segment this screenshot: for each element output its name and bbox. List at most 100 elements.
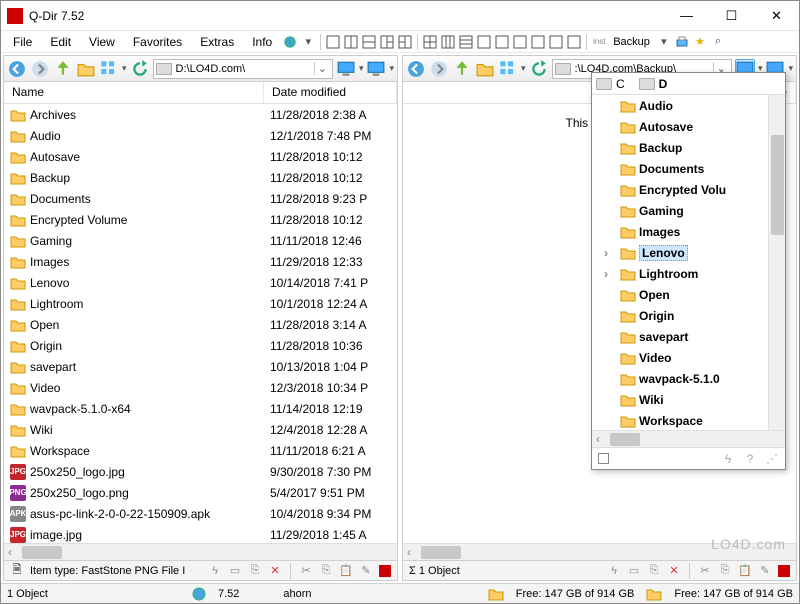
col-name[interactable]: Name <box>4 82 264 103</box>
mon2-drop-icon[interactable]: ▾ <box>788 63 793 74</box>
edit-icon[interactable]: ✎ <box>359 564 373 578</box>
expand-icon[interactable]: › <box>600 246 612 260</box>
scroll-thumb[interactable] <box>610 433 640 446</box>
edit-icon[interactable]: ✎ <box>758 564 772 578</box>
copy-icon[interactable]: ⎘ <box>248 564 262 578</box>
forward-button[interactable] <box>429 59 449 79</box>
file-row[interactable]: Archives11/28/2018 2:38 A <box>4 104 397 125</box>
menu-info[interactable]: Info <box>244 33 280 51</box>
tree-hscroll[interactable]: ‹ <box>592 430 785 447</box>
back-button[interactable] <box>7 59 27 79</box>
up-button[interactable] <box>53 59 73 79</box>
file-row[interactable]: Lenovo10/14/2018 7:41 P <box>4 272 397 293</box>
drive-d-icon[interactable] <box>639 78 655 90</box>
file-row[interactable]: JPG250x250_logo.jpg9/30/2018 7:30 PM <box>4 461 397 482</box>
mon2-drop-icon[interactable]: ▾ <box>389 63 394 74</box>
monitor2-button[interactable] <box>366 59 386 79</box>
file-row[interactable]: PNG250x250_logo.png5/4/2017 9:51 PM <box>4 482 397 503</box>
file-row[interactable]: Backup11/28/2018 10:12 <box>4 167 397 188</box>
expand-icon[interactable]: › <box>600 267 612 281</box>
cut-icon[interactable]: ✂ <box>698 564 712 578</box>
minimize-button[interactable]: — <box>664 1 709 30</box>
file-row[interactable]: Origin11/28/2018 10:36 <box>4 335 397 356</box>
forward-button[interactable] <box>30 59 50 79</box>
tree-body[interactable]: AudioAutosaveBackupDocumentsEncrypted Vo… <box>592 95 785 430</box>
tree-item[interactable]: wavpack-5.1.0 <box>592 368 785 389</box>
menu-view[interactable]: View <box>81 33 123 51</box>
delete-icon[interactable]: ✕ <box>667 564 681 578</box>
maximize-button[interactable]: ☐ <box>709 1 754 30</box>
file-row[interactable]: Wiki12/4/2018 12:28 A <box>4 419 397 440</box>
file-row[interactable]: JPGimage.jpg11/29/2018 1:45 A <box>4 524 397 543</box>
tree-item[interactable]: Images <box>592 221 785 242</box>
col-date[interactable]: Date modified <box>264 82 397 103</box>
layout-3a-icon[interactable] <box>379 34 395 50</box>
file-row[interactable]: Workspace11/11/2018 6:21 A <box>4 440 397 461</box>
tree-item[interactable]: Video <box>592 347 785 368</box>
file-row[interactable]: Lightroom10/1/2018 12:24 A <box>4 293 397 314</box>
layout-9-icon[interactable] <box>512 34 528 50</box>
close-button[interactable]: ✕ <box>754 1 799 30</box>
layout-2h-icon[interactable] <box>343 34 359 50</box>
address-dropdown-icon[interactable]: ⌄ <box>314 62 330 75</box>
file-row[interactable]: wavpack-5.1.0-x6411/14/2018 12:19 <box>4 398 397 419</box>
delete-icon[interactable]: ✕ <box>268 564 282 578</box>
tree-item[interactable]: ›Lenovo <box>592 242 785 263</box>
copy2-icon[interactable]: ⎘ <box>718 564 732 578</box>
tree-item[interactable]: Backup <box>592 137 785 158</box>
checkbox-icon[interactable] <box>598 453 609 464</box>
paste-icon[interactable]: 📋 <box>738 564 752 578</box>
refresh-button[interactable] <box>130 59 150 79</box>
app-small-icon[interactable] <box>379 565 391 577</box>
mon1-drop-icon[interactable]: ▾ <box>359 63 364 74</box>
layout-3b-icon[interactable] <box>397 34 413 50</box>
layout-10-icon[interactable] <box>530 34 546 50</box>
scroll-thumb[interactable] <box>421 546 461 559</box>
layout-8-icon[interactable] <box>494 34 510 50</box>
tree-item[interactable]: Autosave <box>592 116 785 137</box>
layout-12-icon[interactable] <box>566 34 582 50</box>
layout-5-icon[interactable] <box>440 34 456 50</box>
tree-item[interactable]: Gaming <box>592 200 785 221</box>
cut-icon[interactable]: ✂ <box>299 564 313 578</box>
file-row[interactable]: APKasus-pc-link-2-0-0-22-150909.apk10/4/… <box>4 503 397 524</box>
refresh-button[interactable] <box>529 59 549 79</box>
tree-item[interactable]: Wiki <box>592 389 785 410</box>
magnify-icon[interactable]: ⌕ <box>710 34 726 50</box>
window-icon[interactable]: ▭ <box>627 564 641 578</box>
scroll-thumb[interactable] <box>22 546 62 559</box>
left-filelist[interactable]: Archives11/28/2018 2:38 AAudio12/1/2018 … <box>4 104 397 543</box>
backup-label[interactable]: Backup <box>609 34 654 50</box>
bolt-icon[interactable]: ϟ <box>721 452 735 466</box>
view-dropdown-icon[interactable]: ▾ <box>521 63 526 74</box>
layout-1-icon[interactable] <box>325 34 341 50</box>
file-row[interactable]: Autosave11/28/2018 10:12 <box>4 146 397 167</box>
tree-item[interactable]: Origin <box>592 305 785 326</box>
view-mode-button[interactable] <box>99 59 119 79</box>
tree-item[interactable]: Open <box>592 284 785 305</box>
window-icon[interactable]: ▭ <box>228 564 242 578</box>
print-icon[interactable] <box>674 34 690 50</box>
install-icon[interactable]: inst <box>591 34 607 50</box>
menu-favorites[interactable]: Favorites <box>125 33 190 51</box>
layout-7-icon[interactable] <box>476 34 492 50</box>
file-row[interactable]: Audio12/1/2018 7:48 PM <box>4 125 397 146</box>
menu-extras[interactable]: Extras <box>192 33 242 51</box>
star-icon[interactable]: ★ <box>692 34 708 50</box>
monitor1-button[interactable] <box>336 59 356 79</box>
left-hscroll[interactable]: ‹ <box>4 543 397 560</box>
tree-item[interactable]: Documents <box>592 158 785 179</box>
tree-item[interactable]: savepart <box>592 326 785 347</box>
app-small-icon[interactable] <box>778 565 790 577</box>
file-row[interactable]: Images11/29/2018 12:33 <box>4 251 397 272</box>
tree-item[interactable]: Encrypted Volu <box>592 179 785 200</box>
view-mode-button[interactable] <box>498 59 518 79</box>
tab-c[interactable]: C <box>616 77 625 91</box>
help-icon[interactable]: ? <box>743 452 757 466</box>
file-row[interactable]: savepart10/13/2018 1:04 P <box>4 356 397 377</box>
tree-item[interactable]: Workspace <box>592 410 785 430</box>
file-row[interactable]: Documents11/28/2018 9:23 P <box>4 188 397 209</box>
layout-4-icon[interactable] <box>422 34 438 50</box>
tab-d[interactable]: D <box>659 77 668 91</box>
address-bar-left[interactable]: D:\LO4D.com\ ⌄ <box>153 59 333 79</box>
